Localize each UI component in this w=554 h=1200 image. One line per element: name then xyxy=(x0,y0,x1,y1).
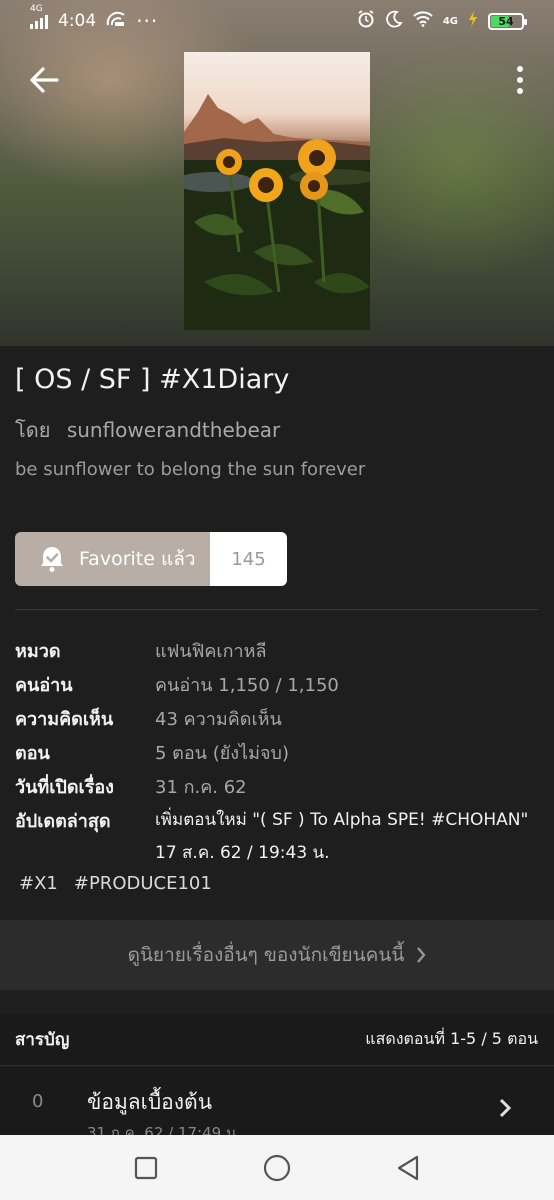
bell-check-icon xyxy=(41,547,63,572)
info-row-chapters: ตอน 5 ตอน (ยังไม่จบ) xyxy=(15,738,289,767)
toc-header: สารบัญ แสดงตอนที่ 1-5 / 5 ตอน xyxy=(0,1014,554,1066)
author-name[interactable]: sunflowerandthebear xyxy=(67,418,280,442)
battery-level: 54 xyxy=(498,14,514,28)
status-time: 4:04 xyxy=(58,11,97,31)
favorite-button[interactable]: Favorite แล้ว xyxy=(15,532,210,586)
more-stories-label: ดูนิยายเรื่องอื่นๆ ของนักเขียนคนนี้ xyxy=(127,944,405,966)
info-key: อัปเดตล่าสุด xyxy=(15,811,111,832)
info-row-category: หมวด แฟนฟิคเกาหลี xyxy=(15,636,267,665)
wifi-icon xyxy=(413,10,433,32)
chevron-right-icon xyxy=(499,1098,512,1118)
more-menu-button[interactable] xyxy=(505,62,535,98)
info-value: คนอ่าน 1,150 / 1,150 xyxy=(155,675,339,696)
info-row-start-date: วันที่เปิดเรื่อง 31 ก.ค. 62 xyxy=(15,772,247,801)
toc-label: สารบัญ xyxy=(15,1030,70,1050)
system-nav-bar xyxy=(0,1135,554,1200)
status-right: 4G 54 xyxy=(357,9,527,33)
tag-x1[interactable]: #X1 xyxy=(19,873,58,894)
info-value: แฟนฟิคเกาหลี xyxy=(155,641,267,662)
back-button[interactable] xyxy=(26,62,62,98)
last-update-date: 17 ส.ค. 62 / 19:43 น. xyxy=(155,843,330,863)
favorite-label: Favorite แล้ว xyxy=(79,548,196,570)
info-key: ตอน xyxy=(15,743,50,764)
toc-count: แสดงตอนที่ 1-5 / 5 ตอน xyxy=(365,1029,538,1048)
info-row-readers: คนอ่าน คนอ่าน 1,150 / 1,150 xyxy=(15,670,339,699)
info-key: คนอ่าน xyxy=(15,675,73,696)
latest-chapter-link[interactable]: เพิ่มตอนใหม่ "( SF ) To Alpha SPE! #CHOH… xyxy=(155,806,528,833)
recents-button[interactable] xyxy=(126,1148,166,1188)
section-divider xyxy=(15,609,539,610)
info-value: 5 ตอน (ยังไม่จบ) xyxy=(155,743,289,764)
circle-icon xyxy=(263,1154,291,1181)
moon-icon xyxy=(385,10,403,33)
battery-icon: 54 xyxy=(488,12,527,30)
network-4g-label: 4G xyxy=(442,15,458,27)
square-icon xyxy=(134,1156,157,1179)
more-stories-button[interactable]: ดูนิยายเรื่องอื่นๆ ของนักเขียนคนนี้ xyxy=(0,920,554,990)
toc-item-date: 31 ก.ค. 62 / 17:49 น. xyxy=(87,1124,241,1135)
status-left: 4G 4:04 ··· xyxy=(30,4,159,33)
home-button[interactable] xyxy=(257,1148,297,1188)
info-row-last-update[interactable]: อัปเดตล่าสุด เพิ่มตอนใหม่ "( SF ) To Alp… xyxy=(15,806,528,866)
tag-produce101[interactable]: #PRODUCE101 xyxy=(74,873,212,894)
network-label: 4G xyxy=(30,4,43,14)
by-label: โดย xyxy=(15,418,51,442)
info-row-comments: ความคิดเห็น 43 ความคิดเห็น xyxy=(15,704,282,733)
tag-list: #X1 #PRODUCE101 xyxy=(19,873,212,894)
status-bar: 4G 4:04 ··· 4G 54 xyxy=(0,0,554,42)
favorite-control: Favorite แล้ว 145 xyxy=(15,532,287,586)
toc-item[interactable]: 0 ข้อมูลเบื้องต้น 31 ก.ค. 62 / 17:49 น. xyxy=(0,1067,554,1135)
arrow-left-icon xyxy=(30,67,59,93)
story-title: [ OS / SF ] #X1Diary xyxy=(15,364,290,395)
status-dots: ··· xyxy=(136,9,159,33)
info-key: หมวด xyxy=(15,641,61,662)
toc-item-title: ข้อมูลเบื้องต้น xyxy=(87,1090,213,1114)
more-vertical-icon xyxy=(517,66,523,72)
story-tagline: be sunflower to belong the sun forever xyxy=(15,459,366,480)
alarm-icon xyxy=(357,9,375,33)
author-line[interactable]: โดย sunflowerandthebear xyxy=(15,414,280,446)
info-value: 31 ก.ค. 62 xyxy=(155,777,247,798)
triangle-back-icon xyxy=(398,1155,419,1180)
cover-image xyxy=(184,52,370,330)
info-key: ความคิดเห็น xyxy=(15,709,114,730)
favorite-count: 145 xyxy=(210,532,287,586)
hotspot-icon xyxy=(106,11,126,32)
hero-header: 4G 4:04 ··· 4G 54 xyxy=(0,0,554,346)
system-back-button[interactable] xyxy=(388,1148,428,1188)
toc-item-number: 0 xyxy=(32,1091,44,1112)
charging-icon xyxy=(468,10,478,32)
chevron-right-icon xyxy=(417,947,426,963)
info-value: 43 ความคิดเห็น xyxy=(155,709,282,730)
signal-icon: 4G xyxy=(30,4,48,29)
info-key: วันที่เปิดเรื่อง xyxy=(15,777,114,798)
